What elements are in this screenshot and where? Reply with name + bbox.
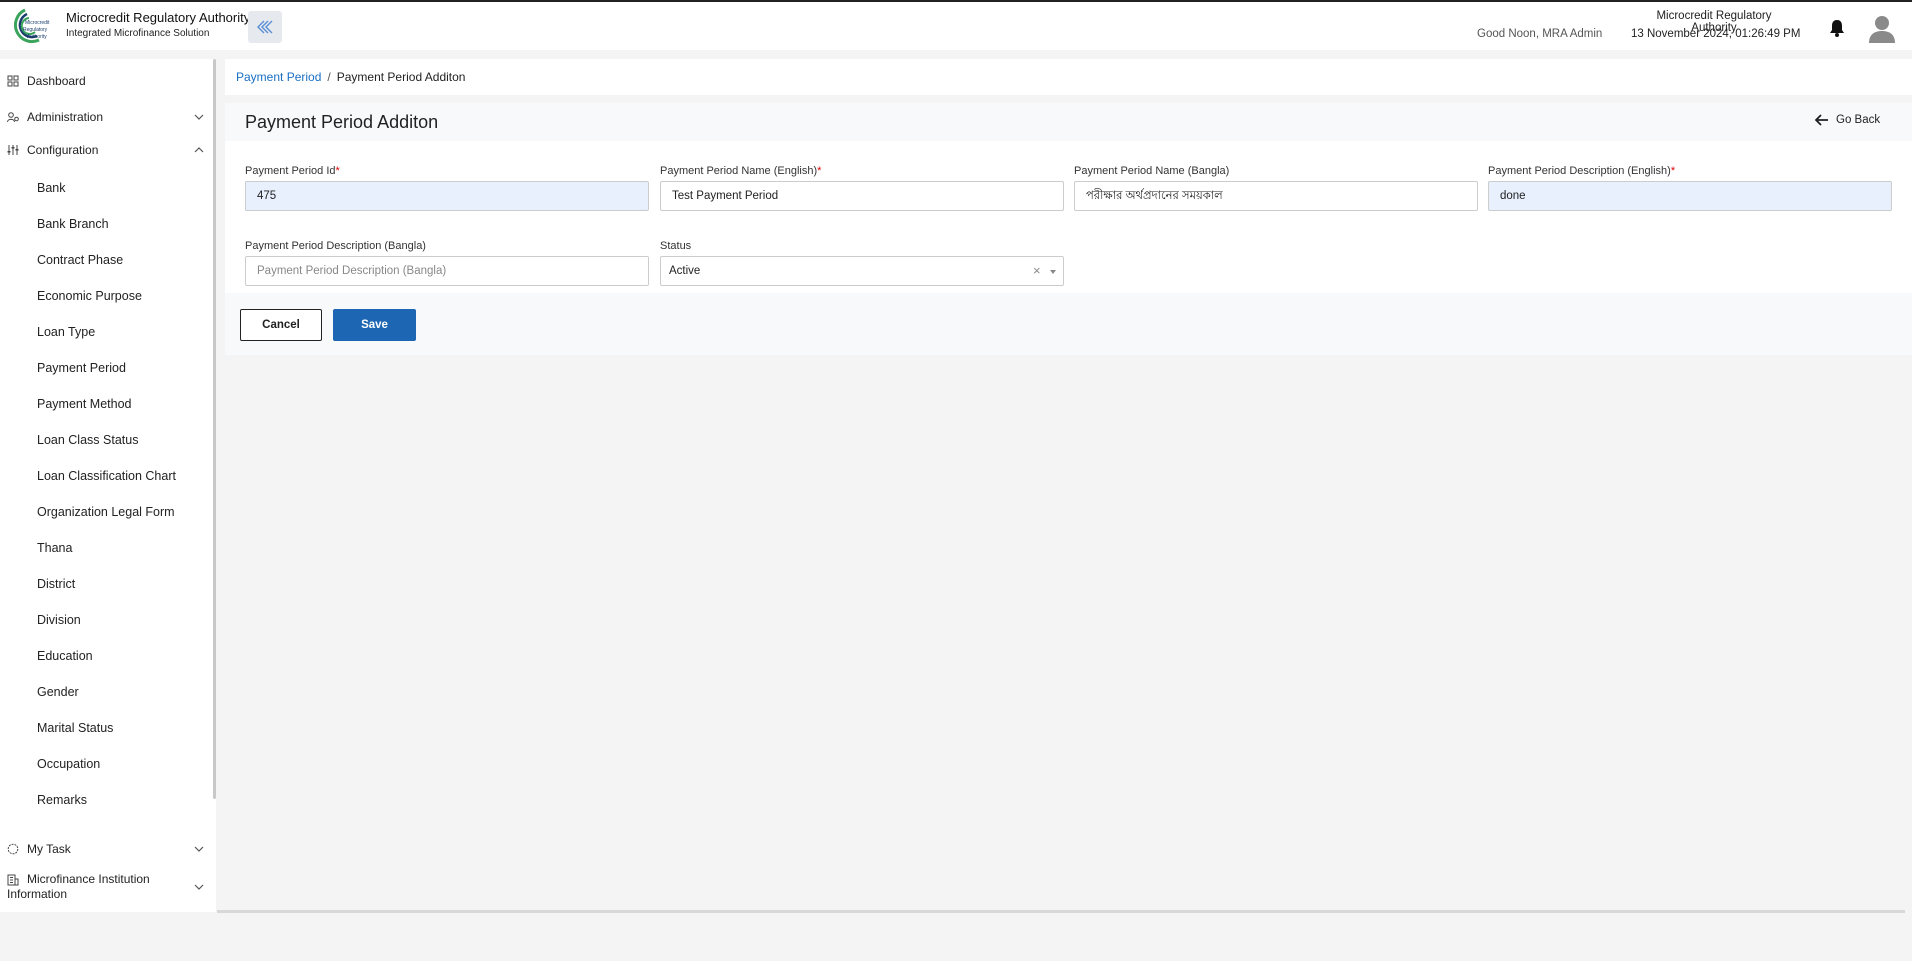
sliders-icon [7, 145, 19, 155]
task-circle-icon [7, 843, 19, 855]
greeting-text: Good Noon, MRA Admin [1477, 28, 1603, 40]
svg-text:Regulatory: Regulatory [23, 27, 48, 33]
user-avatar-icon[interactable] [1868, 14, 1896, 44]
sidebar-item-dashboard[interactable]: Dashboard [0, 69, 210, 93]
payment-period-description-bangla-label: Payment Period Description (Bangla) [245, 240, 426, 252]
payment-period-name-bangla-label: Payment Period Name (Bangla) [1074, 165, 1230, 177]
status-selected-value: Active [669, 265, 701, 277]
payment-period-name-english-label: Payment Period Name (English)* [660, 165, 822, 177]
chevron-down-icon [194, 846, 204, 852]
sidebar-item-district[interactable]: District [37, 577, 75, 591]
breadcrumb-payment-period-link[interactable]: Payment Period [236, 70, 321, 84]
payment-period-description-bangla-input[interactable] [245, 256, 649, 286]
chevron-down-icon [194, 884, 204, 890]
clear-icon[interactable]: × [1033, 263, 1041, 278]
sidebar-item-contract-phase[interactable]: Contract Phase [37, 253, 123, 267]
sidebar-item-label: My Task [27, 842, 71, 856]
sidebar-item-label: Configuration [27, 143, 99, 157]
sidebar-item-marital-status[interactable]: Marital Status [37, 721, 113, 735]
caret-down-icon[interactable] [1050, 270, 1056, 274]
sidebar-item-loan-class-status[interactable]: Loan Class Status [37, 433, 138, 447]
sidebar-item-label: Administration [27, 110, 104, 124]
panel-header: Payment Period Additon Go Back [225, 103, 1912, 141]
sidebar: Dashboard Administration Configuration B… [0, 59, 216, 912]
sidebar-item-remarks[interactable]: Remarks [37, 793, 87, 807]
brand-title: Microcredit Regulatory Authority [66, 10, 251, 25]
sidebar-item-loan-type[interactable]: Loan Type [37, 325, 95, 339]
breadcrumb: Payment Period / Payment Period Additon [225, 59, 1912, 95]
payment-period-description-english-label: Payment Period Description (English)* [1488, 165, 1676, 177]
chevron-down-icon [194, 114, 204, 120]
go-back-button[interactable]: Go Back [1815, 114, 1880, 126]
brand-subtitle: Integrated Microfinance Solution [66, 28, 210, 39]
sidebar-item-loan-classification-chart[interactable]: Loan Classification Chart [37, 469, 176, 483]
payment-period-id-label: Payment Period Id* [245, 165, 340, 177]
notification-bell-icon[interactable] [1828, 18, 1846, 38]
status-select[interactable]: Active × [660, 256, 1064, 286]
sidebar-item-label: Microfinance Institution Information [7, 872, 150, 901]
status-label: Status [660, 240, 692, 252]
sidebar-item-economic-purpose[interactable]: Economic Purpose [37, 289, 142, 303]
sidebar-collapse-button[interactable] [248, 11, 282, 43]
users-cog-icon [7, 112, 19, 123]
breadcrumb-current: Payment Period Additon [336, 70, 466, 84]
cancel-button[interactable]: Cancel [240, 309, 322, 341]
grid-icon [7, 75, 19, 87]
current-datetime: 13 November 2024, 01:26:49 PM [1631, 28, 1801, 40]
go-back-label: Go Back [1836, 114, 1881, 126]
chevron-up-icon [194, 147, 204, 153]
sidebar-item-bank[interactable]: Bank [37, 181, 66, 195]
sidebar-item-administration[interactable]: Administration [0, 105, 210, 129]
sidebar-item-thana[interactable]: Thana [37, 541, 72, 555]
save-button[interactable]: Save [333, 309, 416, 341]
sidebar-item-configuration[interactable]: Configuration [0, 138, 210, 162]
required-mark: * [1670, 165, 1676, 177]
app-header: Microcredit Regulatory Authority Microcr… [0, 2, 1912, 50]
required-mark: * [817, 165, 822, 177]
sidebar-item-my-task[interactable]: My Task [0, 837, 210, 861]
svg-text:Authority: Authority [27, 34, 47, 40]
payment-period-name-english-input[interactable] [660, 181, 1064, 211]
sidebar-item-gender[interactable]: Gender [37, 685, 79, 699]
arrow-left-icon [1815, 114, 1828, 126]
sidebar-item-division[interactable]: Division [37, 613, 81, 627]
payment-period-description-english-input[interactable] [1488, 181, 1892, 211]
mra-logo-icon: Microcredit Regulatory Authority [13, 8, 50, 44]
sidebar-item-occupation[interactable]: Occupation [37, 757, 100, 771]
sidebar-item-education[interactable]: Education [37, 649, 93, 663]
svg-text:Microcredit: Microcredit [25, 20, 50, 26]
sidebar-item-microfinance-institution-information[interactable]: Microfinance Institution Information [0, 871, 210, 903]
page-title: Payment Period Additon [245, 112, 439, 132]
sidebar-item-payment-method[interactable]: Payment Method [37, 397, 132, 411]
breadcrumb-separator: / [327, 70, 331, 84]
double-chevron-left-icon [257, 20, 273, 34]
sidebar-item-organization-legal-form[interactable]: Organization Legal Form [37, 505, 175, 519]
sidebar-item-payment-period[interactable]: Payment Period [37, 361, 126, 375]
sidebar-item-label: Dashboard [27, 74, 86, 88]
horizontal-scrollbar[interactable] [217, 910, 1905, 913]
sidebar-scrollbar[interactable] [213, 59, 216, 799]
sidebar-item-bank-branch[interactable]: Bank Branch [37, 217, 109, 231]
required-mark: * [335, 165, 340, 177]
form-area: Payment Period Id* Payment Period Name (… [225, 141, 1912, 293]
payment-period-name-bangla-input[interactable] [1074, 181, 1478, 211]
payment-period-id-input[interactable] [245, 181, 649, 211]
form-panel: Payment Period Additon Go Back Payment P… [225, 103, 1912, 355]
